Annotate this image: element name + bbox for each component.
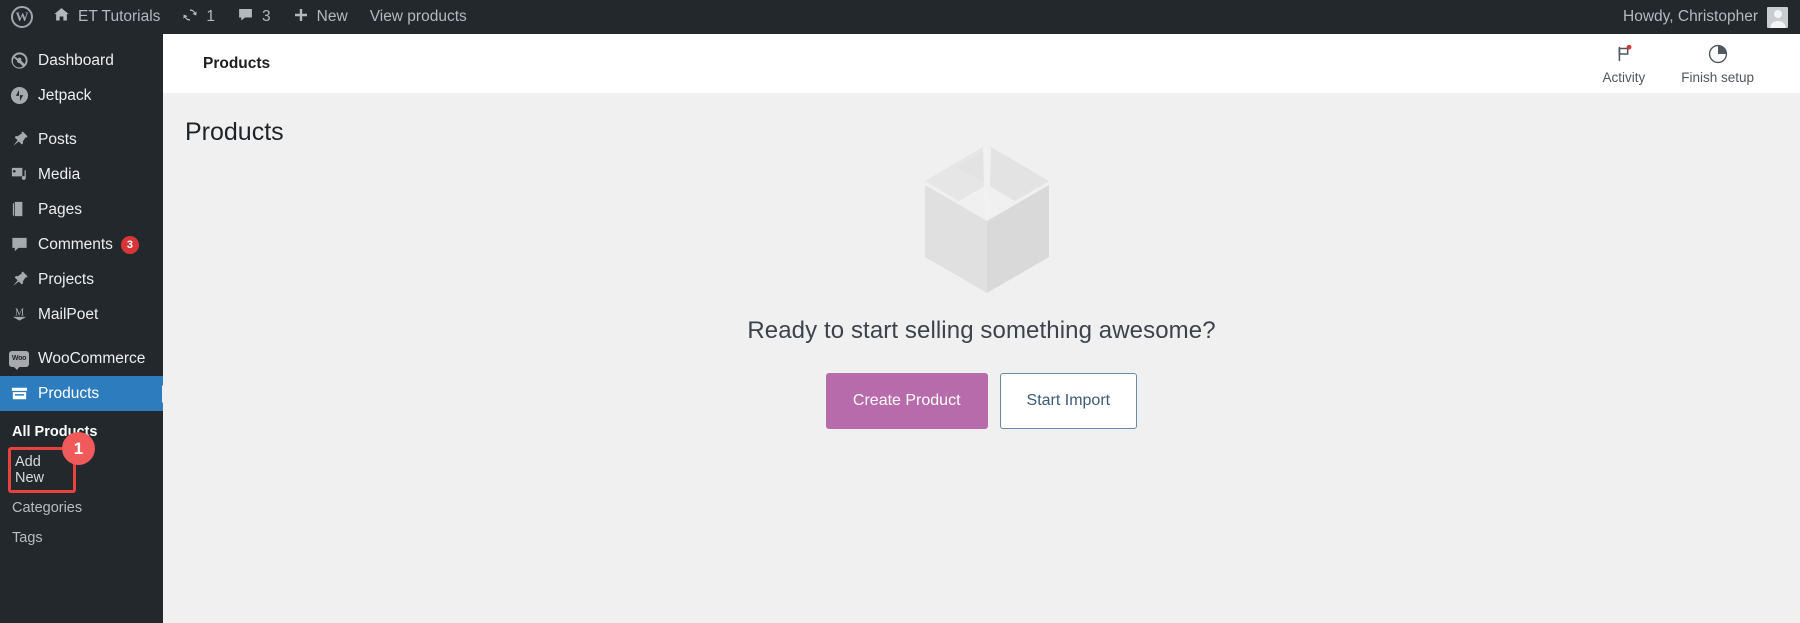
sidebar-item-label: Dashboard [38,51,114,69]
plus-icon [293,7,309,28]
sidebar-top-spacer [0,34,163,43]
admin-sidebar: Dashboard Jetpack Posts Media Pages Comm… [0,34,171,623]
page-body: Products Ready to start selling somethin… [163,94,1800,429]
main-content: Products Activity Finish setup Products … [163,34,1800,623]
empty-state: Ready to start selling something awesome… [163,141,1800,429]
sidebar-item-dashboard[interactable]: Dashboard [0,43,163,78]
sidebar-item-label: Projects [38,270,94,288]
sidebar-item-projects[interactable]: Projects [0,262,163,297]
submenu-item-label: Tags [12,530,43,546]
site-name-menu[interactable]: ET Tutorials [42,0,171,34]
comments-count-badge: 3 [120,235,139,254]
media-icon [9,165,29,185]
annotation-step-badge: 1 [62,432,95,465]
activity-button[interactable]: Activity [1584,43,1663,85]
dashboard-icon [9,51,29,71]
sidebar-item-label: Media [38,165,81,183]
sidebar-item-comments[interactable]: Comments 3 [0,227,163,262]
pin-icon [9,270,29,290]
sidebar-item-mailpoet[interactable]: M MailPoet [0,297,163,332]
sidebar-item-label: Posts [38,130,77,148]
avatar [1767,6,1788,28]
submenu-item-label: Categories [12,500,83,516]
updates-count: 1 [206,8,216,25]
active-menu-arrow [162,384,171,403]
progress-circle-icon [1707,43,1729,65]
mailpoet-icon: M [9,305,29,325]
home-icon [53,6,70,28]
sidebar-item-label: Jetpack [38,86,92,104]
comment-icon [9,235,29,255]
pin-icon [9,130,29,150]
woocommerce-header: Products Activity Finish setup [163,34,1800,94]
jetpack-icon [9,86,29,106]
empty-state-actions: Create Product Start Import [825,372,1138,429]
sidebar-item-posts[interactable]: Posts [0,122,163,157]
sidebar-item-media[interactable]: Media [0,157,163,192]
svg-text:M: M [14,307,23,318]
site-name-label: ET Tutorials [78,8,161,25]
finish-setup-label: Finish setup [1681,69,1754,85]
screen-root: W ET Tutorials 1 3 New View products How… [0,0,1800,623]
pages-icon [9,200,29,220]
comments-count: 3 [262,8,271,25]
wordpress-logo-icon: W [11,6,33,28]
updates-menu[interactable]: 1 [171,0,226,34]
package-box-icon [917,141,1057,301]
sidebar-item-label: MailPoet [38,305,99,323]
comments-menu[interactable]: 3 [226,0,282,34]
wp-admin-bar: W ET Tutorials 1 3 New View products How… [0,0,1800,34]
view-products-link[interactable]: View products [359,0,478,34]
products-icon [9,384,29,404]
flag-icon [1613,43,1635,65]
sidebar-separator-2 [0,332,163,341]
activity-label: Activity [1602,69,1646,85]
empty-state-heading: Ready to start selling something awesome… [747,316,1216,344]
sidebar-separator-1 [0,113,163,122]
sidebar-item-label: Comments [38,235,113,253]
howdy-label: Howdy, Christopher [1623,8,1758,25]
start-import-button[interactable]: Start Import [999,372,1138,429]
sidebar-item-products[interactable]: Products [0,376,171,411]
view-products-label: View products [369,8,467,25]
updates-icon [182,7,198,28]
sidebar-item-woocommerce[interactable]: Woo WooCommerce [0,341,163,376]
sidebar-item-label: Pages [38,200,82,218]
account-menu[interactable]: Howdy, Christopher [1623,6,1800,28]
create-product-button[interactable]: Create Product [825,372,988,429]
finish-setup-button[interactable]: Finish setup [1663,43,1772,85]
woocommerce-icon: Woo [9,349,29,370]
submenu-item-categories[interactable]: Categories [0,493,163,523]
new-content-menu[interactable]: New [282,0,359,34]
breadcrumb: Products [203,54,271,72]
submenu-item-label: Add New [15,454,45,486]
submenu-item-tags[interactable]: Tags [0,523,163,553]
new-content-label: New [316,8,348,25]
comment-bubble-icon [237,6,254,28]
sidebar-item-label: Products [38,384,100,402]
sidebar-item-pages[interactable]: Pages [0,192,163,227]
sidebar-item-jetpack[interactable]: Jetpack [0,78,163,113]
wordpress-logo-button[interactable]: W [0,0,42,34]
sidebar-item-label: WooCommerce [38,349,146,367]
